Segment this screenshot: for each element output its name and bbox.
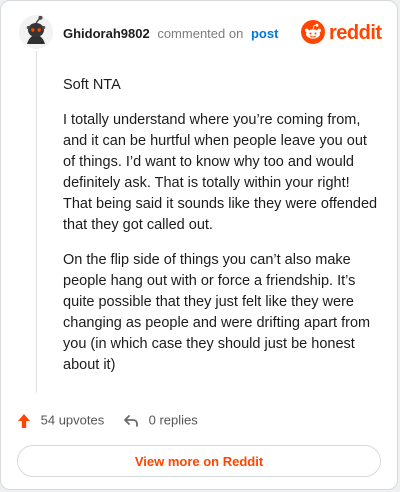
reddit-logo-icon [301,20,325,44]
comment-meta: Ghidorah9802 commented on post [63,26,278,42]
snoo-avatar-icon[interactable] [19,15,53,49]
upvotes-button[interactable]: 54 upvotes [17,409,104,432]
upvotes-label: 54 upvotes [40,412,105,428]
post-link[interactable]: post [251,26,278,41]
comment-paragraph: Soft NTA [63,77,121,93]
comment-paragraph: On the flip side of things you can’t als… [63,252,371,373]
reddit-wordmark: reddit [329,22,382,44]
comment-paragraph: I totally understand where you’re coming… [63,112,378,233]
replies-button[interactable]: 0 replies [123,409,198,432]
reply-arrow-icon [124,414,138,427]
embedded-comment-card: Ghidorah9802 commented on post reddit So… [0,0,398,490]
reddit-logo[interactable]: reddit [301,20,382,46]
comment-header: Ghidorah9802 commented on post reddit [19,15,382,55]
comment-author[interactable]: Ghidorah9802 [63,26,150,41]
replies-label: 0 replies [148,412,198,428]
comment-body: Soft NTA I totally understand where you’… [63,75,381,390]
thread-line [36,51,37,393]
commented-on-label: commented on [157,26,244,41]
upvote-arrow-icon [18,413,30,428]
view-more-button[interactable]: View more on Reddit [17,445,381,477]
